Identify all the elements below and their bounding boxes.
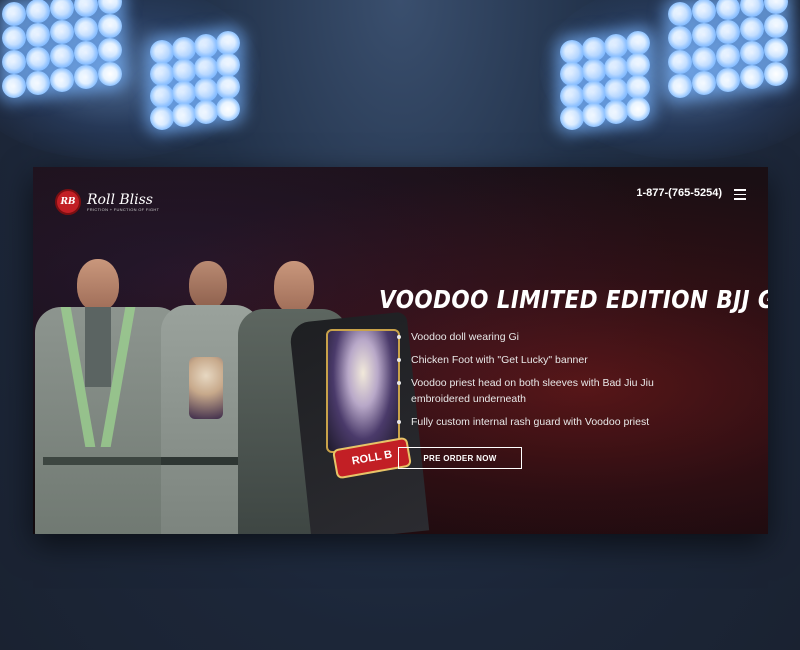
feature-item: Voodoo priest head on both sleeves with … bbox=[397, 375, 667, 407]
stadium-lamp bbox=[692, 0, 716, 23]
voodoo-doll-patch bbox=[189, 357, 223, 419]
stadium-lamp bbox=[26, 0, 50, 23]
stadium-lamp bbox=[764, 14, 788, 38]
stadium-lamp bbox=[692, 23, 716, 47]
stadium-lights bbox=[0, 0, 800, 160]
stadium-lamp bbox=[582, 103, 606, 127]
stadium-lamp bbox=[216, 53, 240, 77]
stadium-lamp bbox=[692, 71, 716, 95]
stadium-lamp bbox=[604, 56, 628, 80]
website-screenshot: RB Roll Bliss FRICTION + FUNCTION OF FIG… bbox=[33, 167, 768, 534]
feature-item: Voodoo doll wearing Gi bbox=[397, 329, 667, 345]
stadium-lamp bbox=[98, 38, 122, 62]
stadium-lamp bbox=[740, 65, 764, 89]
stadium-lamp bbox=[74, 41, 98, 65]
hero-title: VOODOO LIMITED EDITION BJJ GI bbox=[379, 285, 768, 314]
stadium-lamp bbox=[716, 44, 740, 68]
stadium-lamp bbox=[560, 40, 584, 64]
stadium-lamp bbox=[2, 2, 26, 26]
stadium-lamp bbox=[668, 50, 692, 74]
stadium-lamp bbox=[626, 31, 650, 55]
stadium-lamp bbox=[626, 97, 650, 121]
stadium-lamp bbox=[194, 34, 218, 58]
brand-tagline: FRICTION + FUNCTION OF FIGHT bbox=[87, 206, 160, 212]
stadium-lamp bbox=[582, 81, 606, 105]
hamburger-menu-icon[interactable] bbox=[734, 189, 746, 200]
stadium-lamp bbox=[26, 71, 50, 95]
brand-logo[interactable]: RB Roll Bliss FRICTION + FUNCTION OF FIG… bbox=[55, 189, 159, 215]
stadium-lamp bbox=[172, 59, 196, 83]
stadium-lamp bbox=[560, 106, 584, 130]
stadium-lamp bbox=[74, 17, 98, 41]
stadium-lamp bbox=[150, 40, 174, 64]
stadium-lamp bbox=[216, 75, 240, 99]
fighters-image: ROLL B bbox=[33, 247, 430, 534]
stadium-lamp bbox=[74, 65, 98, 89]
stadium-lamp bbox=[194, 56, 218, 80]
stadium-lamp bbox=[150, 84, 174, 108]
jacket-print-text: ROLL B bbox=[350, 448, 394, 468]
stadium-lamp bbox=[172, 103, 196, 127]
stadium-lamp bbox=[560, 62, 584, 86]
stadium-lamp bbox=[98, 62, 122, 86]
feature-list: Voodoo doll wearing Gi Chicken Foot with… bbox=[397, 329, 667, 437]
stadium-lamp bbox=[194, 100, 218, 124]
brand-name: Roll Bliss bbox=[87, 191, 153, 208]
stadium-lamp bbox=[150, 106, 174, 130]
stadium-lamp bbox=[150, 62, 174, 86]
stadium-lamp bbox=[172, 37, 196, 61]
stadium-lamp bbox=[604, 34, 628, 58]
stadium-lamp bbox=[716, 68, 740, 92]
stadium-lamp bbox=[2, 50, 26, 74]
stadium-lamp bbox=[716, 20, 740, 44]
stadium-lamp bbox=[668, 2, 692, 26]
stadium-lamp bbox=[194, 78, 218, 102]
voodoo-priest-patch bbox=[326, 329, 400, 453]
stadium-lamp bbox=[26, 47, 50, 71]
feature-item: Chicken Foot with "Get Lucky" banner bbox=[397, 352, 667, 368]
stadium-lamp bbox=[604, 78, 628, 102]
stadium-lamp bbox=[626, 53, 650, 77]
stadium-lamp bbox=[626, 75, 650, 99]
stadium-lamp bbox=[740, 17, 764, 41]
stadium-lamp bbox=[216, 31, 240, 55]
stadium-lamp bbox=[604, 100, 628, 124]
stadium-lamp bbox=[216, 97, 240, 121]
pre-order-button[interactable]: PRE ORDER NOW bbox=[398, 447, 522, 469]
phone-number[interactable]: 1-877-(765-5254) bbox=[636, 187, 722, 199]
stadium-lamp bbox=[50, 68, 74, 92]
stadium-lamp bbox=[740, 41, 764, 65]
stadium-lamp bbox=[692, 47, 716, 71]
stadium-lamp bbox=[2, 74, 26, 98]
stadium-lamp bbox=[668, 26, 692, 50]
stadium-lamp bbox=[764, 38, 788, 62]
stadium-lamp bbox=[50, 44, 74, 68]
stadium-lamp bbox=[50, 20, 74, 44]
stadium-lamp bbox=[26, 23, 50, 47]
feature-item: Fully custom internal rash guard with Vo… bbox=[397, 414, 667, 430]
stadium-lamp bbox=[582, 37, 606, 61]
stadium-lamp bbox=[668, 74, 692, 98]
stadium-lamp bbox=[582, 59, 606, 83]
logo-badge-icon: RB bbox=[55, 189, 81, 215]
stadium-lamp bbox=[2, 26, 26, 50]
stadium-lamp bbox=[98, 14, 122, 38]
stadium-lamp bbox=[172, 81, 196, 105]
stadium-lamp bbox=[764, 62, 788, 86]
stadium-lamp bbox=[560, 84, 584, 108]
